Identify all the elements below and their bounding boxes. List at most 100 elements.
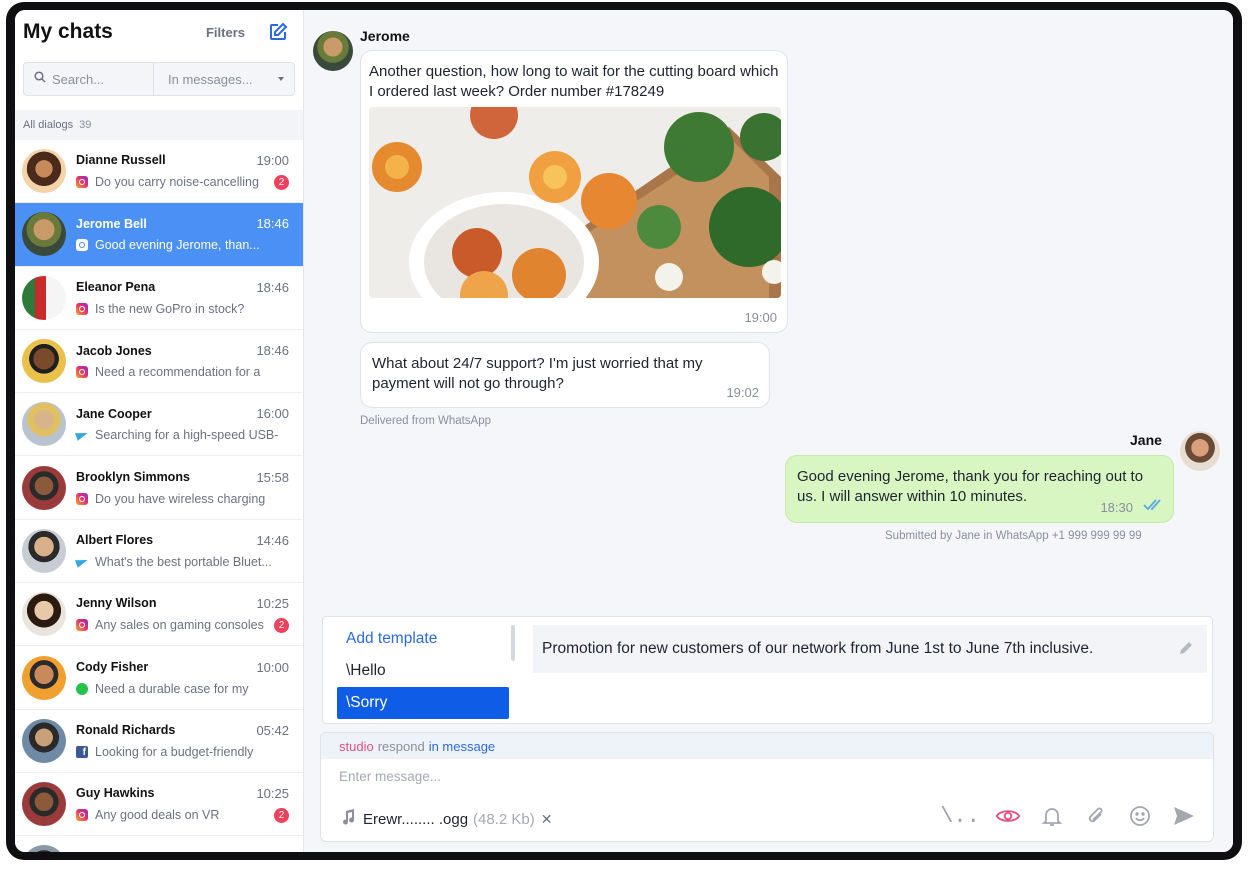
send-icon[interactable] bbox=[1171, 803, 1197, 829]
chat-item-header: Jacob Jones 18:46 bbox=[76, 343, 289, 358]
emoji-icon[interactable] bbox=[1127, 803, 1153, 829]
contact-avatar[interactable] bbox=[313, 31, 353, 71]
facebook-icon: f bbox=[76, 745, 88, 758]
chat-item-body: Jerome Bell 18:46 Good evening Jerome, tha… bbox=[76, 216, 289, 252]
chat-time: 10:00 bbox=[256, 659, 289, 675]
chat-item-preview-row: Any good deals on VR 2 bbox=[76, 807, 289, 823]
message-time: 19:02 bbox=[726, 385, 759, 400]
search-scope-select[interactable]: In messages... bbox=[154, 63, 294, 95]
chat-list-item[interactable]: Cody Fisher 10:00 Need a durable case for … bbox=[15, 646, 303, 710]
chat-list-item[interactable]: Jane Cooper 16:00 Searching for a high-spe… bbox=[15, 393, 303, 457]
chat-item-body: Cody Fisher 10:00 Need a durable case for … bbox=[76, 660, 289, 696]
eye-icon[interactable] bbox=[995, 803, 1021, 829]
bell-icon[interactable] bbox=[1039, 803, 1065, 829]
unread-badge: 2 bbox=[274, 807, 289, 823]
templates-panel: Add template \Hello \Sorry Promotion for… bbox=[322, 616, 1213, 724]
instagram-icon bbox=[76, 176, 88, 189]
chat-list-item[interactable]: Albert Flores 14:46 What's the best portab… bbox=[15, 520, 303, 584]
mode-respond-tab[interactable]: respond bbox=[378, 739, 425, 754]
chat-item-header: Eleanor Pena 18:46 bbox=[76, 280, 289, 295]
chat-time: 10:25 bbox=[256, 595, 289, 611]
mode-studio-tab[interactable]: studio bbox=[339, 739, 374, 754]
telegram-icon bbox=[76, 556, 88, 568]
chat-item-header: Brooklyn Simmons 15:58 bbox=[76, 470, 289, 485]
chat-time: 05:42 bbox=[256, 722, 289, 738]
chat-item-body: Jane Cooper 16:00 Searching for a high-spe… bbox=[76, 406, 289, 442]
message-input[interactable] bbox=[339, 769, 839, 791]
chat-list-item[interactable]: Dianne Russell 19:00 Do you carry noise-ca… bbox=[15, 140, 303, 204]
avatar bbox=[22, 402, 66, 447]
chat-contact-name: Cody Fisher bbox=[76, 660, 149, 675]
chat-contact-name: Ronald Richards bbox=[76, 723, 176, 738]
avatar bbox=[22, 655, 66, 700]
chat-item-body: Ronald Richards 05:42 f Looking for a budge… bbox=[76, 723, 289, 759]
filters-button[interactable]: Filters bbox=[206, 25, 245, 40]
sidebar-title: My chats bbox=[23, 20, 113, 43]
mode-message-tab[interactable]: in message bbox=[429, 739, 495, 754]
template-list-scrollbar[interactable] bbox=[511, 625, 515, 661]
paperclip-icon[interactable] bbox=[1083, 803, 1109, 829]
device-frame: My chats Filters In messages... bbox=[6, 2, 1242, 860]
chat-contact-name: Eleanor Pena bbox=[76, 280, 156, 295]
instagram-icon bbox=[76, 809, 88, 822]
dialogs-count: 39 bbox=[79, 119, 92, 131]
instagram-icon bbox=[76, 366, 88, 379]
chat-contact-name: Jane Cooper bbox=[76, 406, 152, 421]
edit-pencil-icon[interactable] bbox=[1177, 639, 1195, 662]
message-bubble-incoming: Another question, how long to wait for t… bbox=[360, 50, 788, 333]
chat-item-preview-row: What's the best portable Bluet... bbox=[76, 555, 289, 569]
chat-time: 18:46 bbox=[256, 216, 289, 232]
avatar bbox=[22, 275, 66, 320]
chat-preview-text: Do you have wireless charging bbox=[95, 491, 266, 506]
dialogs-header: All dialogs 39 bbox=[15, 110, 303, 140]
instagram-icon bbox=[76, 619, 88, 632]
chat-item-body: Jenny Wilson 10:25 Any sales on gaming con… bbox=[76, 596, 289, 633]
search-input[interactable] bbox=[52, 71, 147, 87]
chat-item-preview-row: Good evening Jerome, than... bbox=[76, 238, 289, 252]
chat-list-item-partial[interactable] bbox=[15, 836, 303, 852]
chat-item-preview-row: Is the new GoPro in stock? bbox=[76, 302, 289, 316]
template-item[interactable]: \Hello bbox=[337, 655, 509, 687]
chat-preview-text: Is the new GoPro in stock? bbox=[95, 301, 245, 316]
attachment-size: (48.2 Kb) bbox=[473, 810, 535, 828]
sidebar-header: My chats Filters bbox=[15, 10, 303, 54]
chat-item-body: Albert Flores 14:46 What's the best portab… bbox=[76, 533, 289, 569]
avatar bbox=[22, 845, 66, 852]
message-time: 19:00 bbox=[744, 310, 777, 325]
template-item-selected[interactable]: \Sorry bbox=[337, 687, 509, 719]
instagram-icon bbox=[76, 302, 88, 315]
avatar bbox=[22, 528, 66, 573]
instagram-icon bbox=[76, 239, 88, 252]
unread-badge: 2 bbox=[274, 174, 289, 190]
composer-toolbar: \.. bbox=[925, 803, 1197, 829]
chat-list-item[interactable]: Jenny Wilson 10:25 Any sales on gaming con… bbox=[15, 583, 303, 647]
attachment-name: Erewr........ .ogg bbox=[363, 810, 469, 828]
template-shortcut-button[interactable]: \.. bbox=[940, 803, 980, 829]
conversation-pane: Jerome Another question, how long to wai… bbox=[304, 10, 1233, 852]
chat-list-item[interactable]: Eleanor Pena 18:46 Is the new GoPro in sto… bbox=[15, 267, 303, 330]
search-icon bbox=[34, 70, 46, 88]
chat-time: 15:58 bbox=[256, 469, 289, 485]
chat-time: 10:25 bbox=[256, 785, 289, 801]
compose-icon[interactable] bbox=[267, 21, 289, 43]
chat-item-header: Cody Fisher 10:00 bbox=[76, 660, 289, 675]
chat-item-preview-row: Do you carry noise-cancelling 2 bbox=[76, 174, 289, 190]
message-composer: studio respond in message Erewr........ … bbox=[320, 732, 1214, 842]
chat-time: 18:46 bbox=[256, 343, 289, 359]
template-list: Add template \Hello \Sorry bbox=[337, 623, 509, 719]
chat-list-item[interactable]: Jerome Bell 18:46 Good evening Jerome, tha… bbox=[15, 203, 303, 267]
chat-list-item[interactable]: Ronald Richards 05:42 f Looking for a budge… bbox=[15, 710, 303, 773]
chat-item-header: Jane Cooper 16:00 bbox=[76, 406, 289, 421]
message-image[interactable] bbox=[369, 107, 781, 298]
chat-list-item[interactable]: Brooklyn Simmons 15:58 Do you have wireles… bbox=[15, 456, 303, 520]
agent-avatar[interactable] bbox=[1180, 431, 1220, 471]
chat-contact-name: Jerome Bell bbox=[76, 216, 147, 231]
chat-list-item[interactable]: Guy Hawkins 10:25 Any good deals on VR 2 bbox=[15, 773, 303, 837]
chat-item-body: Jacob Jones 18:46 Need a recommendation fo… bbox=[76, 343, 289, 379]
close-icon[interactable]: ✕ bbox=[541, 811, 553, 828]
search-field bbox=[24, 63, 154, 95]
chat-preview-text: Searching for a high-speed USB- bbox=[95, 428, 279, 443]
add-template-button[interactable]: Add template bbox=[337, 623, 509, 655]
search-bar: In messages... bbox=[23, 62, 295, 96]
chat-list-item[interactable]: Jacob Jones 18:46 Need a recommendation fo… bbox=[15, 330, 303, 394]
